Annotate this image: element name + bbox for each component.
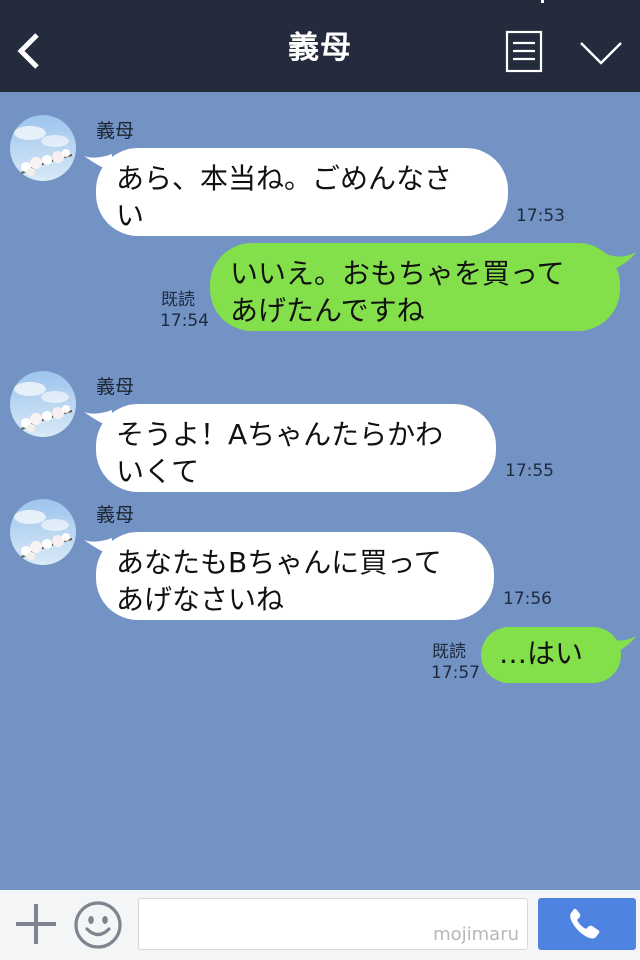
call-button[interactable] [538,898,636,950]
message-line: …はい [499,637,584,670]
avatar[interactable] [10,371,76,437]
chat-title: 義母 [288,30,352,66]
emoji-button[interactable] [73,900,123,950]
cherry-blossom-avatar-image [10,371,76,437]
message-bubble[interactable]: あら、本当ね。ごめんなさ い [96,148,508,236]
menu-button[interactable] [504,30,544,74]
sender-name: 義母 [96,504,135,526]
add-button[interactable] [14,900,58,948]
bubble-tail [606,252,636,272]
timestamp: 17:53 [516,206,565,226]
smiley-icon [74,901,122,949]
watermark: mojimaru [433,924,519,945]
message-line: あら、本当ね。ごめんなさ [116,162,453,195]
read-receipt: 既読 [432,642,466,662]
message-line: そうよ！Aちゃんたらかわ [116,418,444,451]
message-bubble[interactable]: …はい [481,627,621,683]
sender-name: 義母 [96,120,135,142]
message-line: いくて [116,455,200,488]
message-line: あげなさいね [116,583,285,616]
message-bubble[interactable]: そうよ！Aちゃんたらかわ いくて [96,404,496,492]
cherry-blossom-avatar-image [10,115,76,181]
chevron-down-icon [580,42,622,65]
message-line: い [116,199,145,232]
timestamp: 17:55 [505,461,554,481]
timestamp: 17:56 [503,589,552,609]
menu-icon [505,30,543,73]
sender-name: 義母 [96,376,135,398]
avatar[interactable] [10,499,76,565]
message-line: あなたもBちゃんに買って [116,546,442,579]
message-line: いいえ。おもちゃを買って [230,257,565,290]
timestamp: 17:54 [160,311,209,331]
cherry-blossom-avatar-image [10,499,76,565]
phone-icon [570,908,600,939]
bubble-tail [606,636,636,656]
message-bubble[interactable]: あなたもBちゃんに買って あげなさいね [96,532,494,620]
plus-icon [16,904,56,944]
message-input[interactable]: mojimaru [138,898,528,950]
read-receipt: 既読 [161,290,195,310]
message-line: あげたんですね [230,294,425,327]
collapse-button[interactable] [576,30,626,74]
timestamp: 17:57 [431,663,480,683]
avatar[interactable] [10,115,76,181]
message-bubble[interactable]: いいえ。おもちゃを買って あげたんですね [210,243,620,331]
